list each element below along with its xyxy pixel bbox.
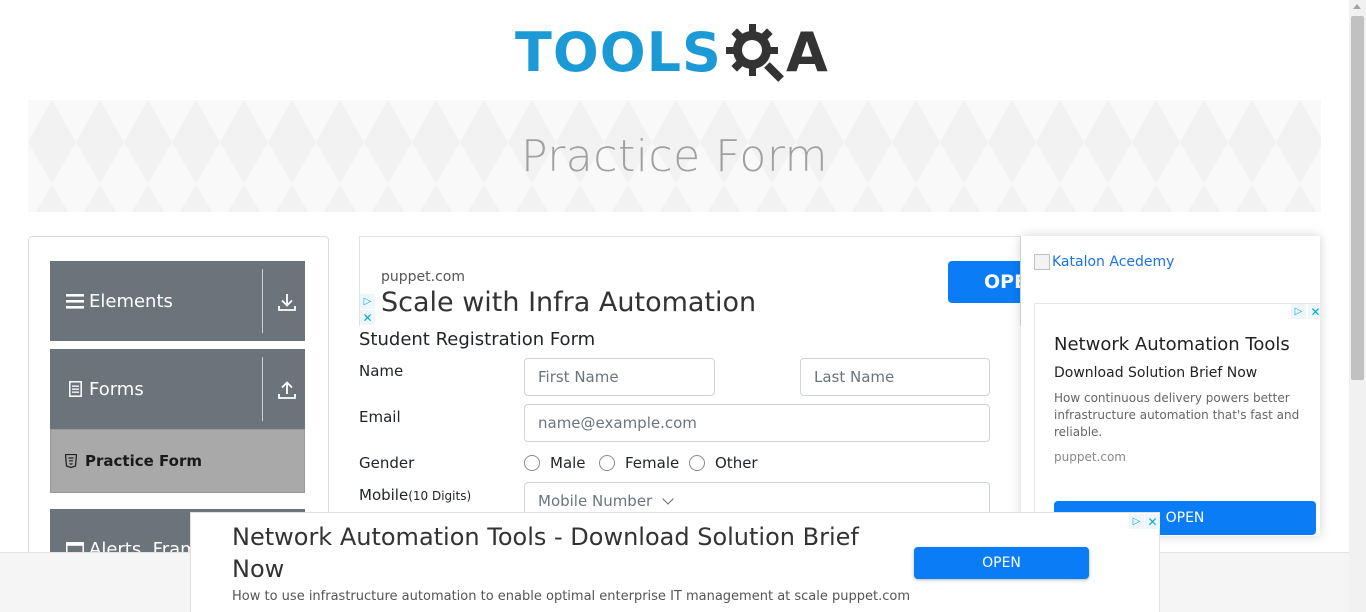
- sidebar-group-label: Forms: [89, 378, 144, 400]
- ad-card-title[interactable]: Network Automation Tools: [1054, 334, 1290, 355]
- page-title: Practice Form: [520, 130, 829, 182]
- bottom-ad-open-button[interactable]: OPEN: [914, 547, 1089, 579]
- divider: [262, 269, 263, 333]
- gender-radio-female[interactable]: Female: [599, 454, 679, 472]
- vertical-scrollbar[interactable]: [1349, 0, 1366, 612]
- email-label: Email: [359, 408, 401, 426]
- adchoices-icon[interactable]: ▷: [1129, 514, 1144, 529]
- scroll-up-arrow-icon[interactable]: [1353, 4, 1361, 9]
- right-ad-panel[interactable]: Katalon Acedemy ▷ ✕ Network Automation T…: [1021, 236, 1320, 536]
- form-title: Student Registration Form: [359, 329, 596, 350]
- ad-card-domain: puppet.com: [1054, 450, 1126, 464]
- close-icon[interactable]: ✕: [1308, 304, 1320, 319]
- mobile-label-text: Mobile: [359, 486, 409, 504]
- adchoices-icon[interactable]: ▷: [360, 294, 375, 309]
- image-alt-text: Katalon Acedemy: [1052, 254, 1175, 270]
- chevron-down-icon: [662, 493, 674, 505]
- ad-open-button[interactable]: OPE: [948, 261, 1020, 303]
- page-banner: Practice Form: [28, 100, 1321, 212]
- radio-label: Male: [550, 454, 586, 472]
- mobile-hint: (10 Digits): [408, 489, 472, 503]
- top-ad-banner[interactable]: puppet.com Scale with Infra Automation O…: [359, 236, 1021, 326]
- sidebar-group-forms[interactable]: Forms: [50, 349, 305, 429]
- radio-label: Female: [625, 454, 680, 472]
- upload-arrow-icon[interactable]: [276, 379, 298, 401]
- mobile-placeholder: Mobile Number: [538, 492, 653, 510]
- document-icon: [66, 380, 84, 398]
- gender-label: Gender: [359, 454, 415, 472]
- toolsqa-logo[interactable]: TOOLS A: [515, 14, 828, 92]
- gear-magnifier-icon: [725, 24, 784, 82]
- radio-label: Other: [715, 454, 758, 472]
- radio-circle[interactable]: [524, 455, 540, 471]
- ad-card[interactable]: ▷ ✕ Network Automation Tools Download So…: [1034, 303, 1320, 536]
- ad-card-subtitle: Download Solution Brief Now: [1054, 365, 1258, 381]
- hamburger-icon: [66, 292, 84, 310]
- mobile-label: Mobile(10 Digits): [359, 486, 471, 504]
- ad-card-description: How continuous delivery powers better in…: [1054, 391, 1300, 439]
- sidebar-group-elements[interactable]: Elements: [50, 261, 305, 341]
- gender-radio-other[interactable]: Other: [689, 454, 758, 472]
- download-arrow-icon[interactable]: [276, 291, 298, 313]
- divider: [262, 357, 263, 421]
- sidebar-group-label: Elements: [89, 290, 173, 312]
- adchoices-icon[interactable]: ▷: [1291, 304, 1306, 319]
- radio-circle[interactable]: [689, 455, 705, 471]
- name-label: Name: [359, 362, 404, 380]
- close-icon[interactable]: ✕: [1145, 514, 1160, 529]
- last-name-input[interactable]: Last Name: [800, 358, 990, 396]
- gender-radio-male[interactable]: Male: [524, 454, 586, 472]
- broken-image-icon: [1034, 254, 1050, 270]
- first-name-input[interactable]: First Name: [524, 358, 715, 396]
- html5-shield-icon: [65, 454, 77, 468]
- close-icon[interactable]: ✕: [360, 310, 375, 325]
- bottom-ad-headline[interactable]: Network Automation Tools - Download Solu…: [232, 521, 892, 585]
- ad-headline[interactable]: Scale with Infra Automation: [381, 287, 756, 318]
- logo-suffix: A: [785, 21, 828, 84]
- sidebar-item-label: Practice Form: [85, 452, 202, 470]
- radio-circle[interactable]: [599, 455, 615, 471]
- ad-domain: puppet.com: [381, 269, 465, 285]
- katalon-broken-image[interactable]: Katalon Acedemy: [1034, 254, 1174, 270]
- bottom-ad-description: How to use infrastructure automation to …: [232, 589, 910, 604]
- bottom-ad-banner[interactable]: ▷ ✕ Network Automation Tools - Download …: [190, 512, 1160, 612]
- sidebar-item-practice-form[interactable]: Practice Form: [50, 429, 305, 493]
- logo-text: TOOLS: [515, 21, 722, 84]
- email-input[interactable]: name@example.com: [524, 404, 990, 442]
- scrollbar-thumb[interactable]: [1351, 16, 1364, 380]
- page: TOOLS A Practice Form Elements Forms Pra…: [0, 0, 1366, 612]
